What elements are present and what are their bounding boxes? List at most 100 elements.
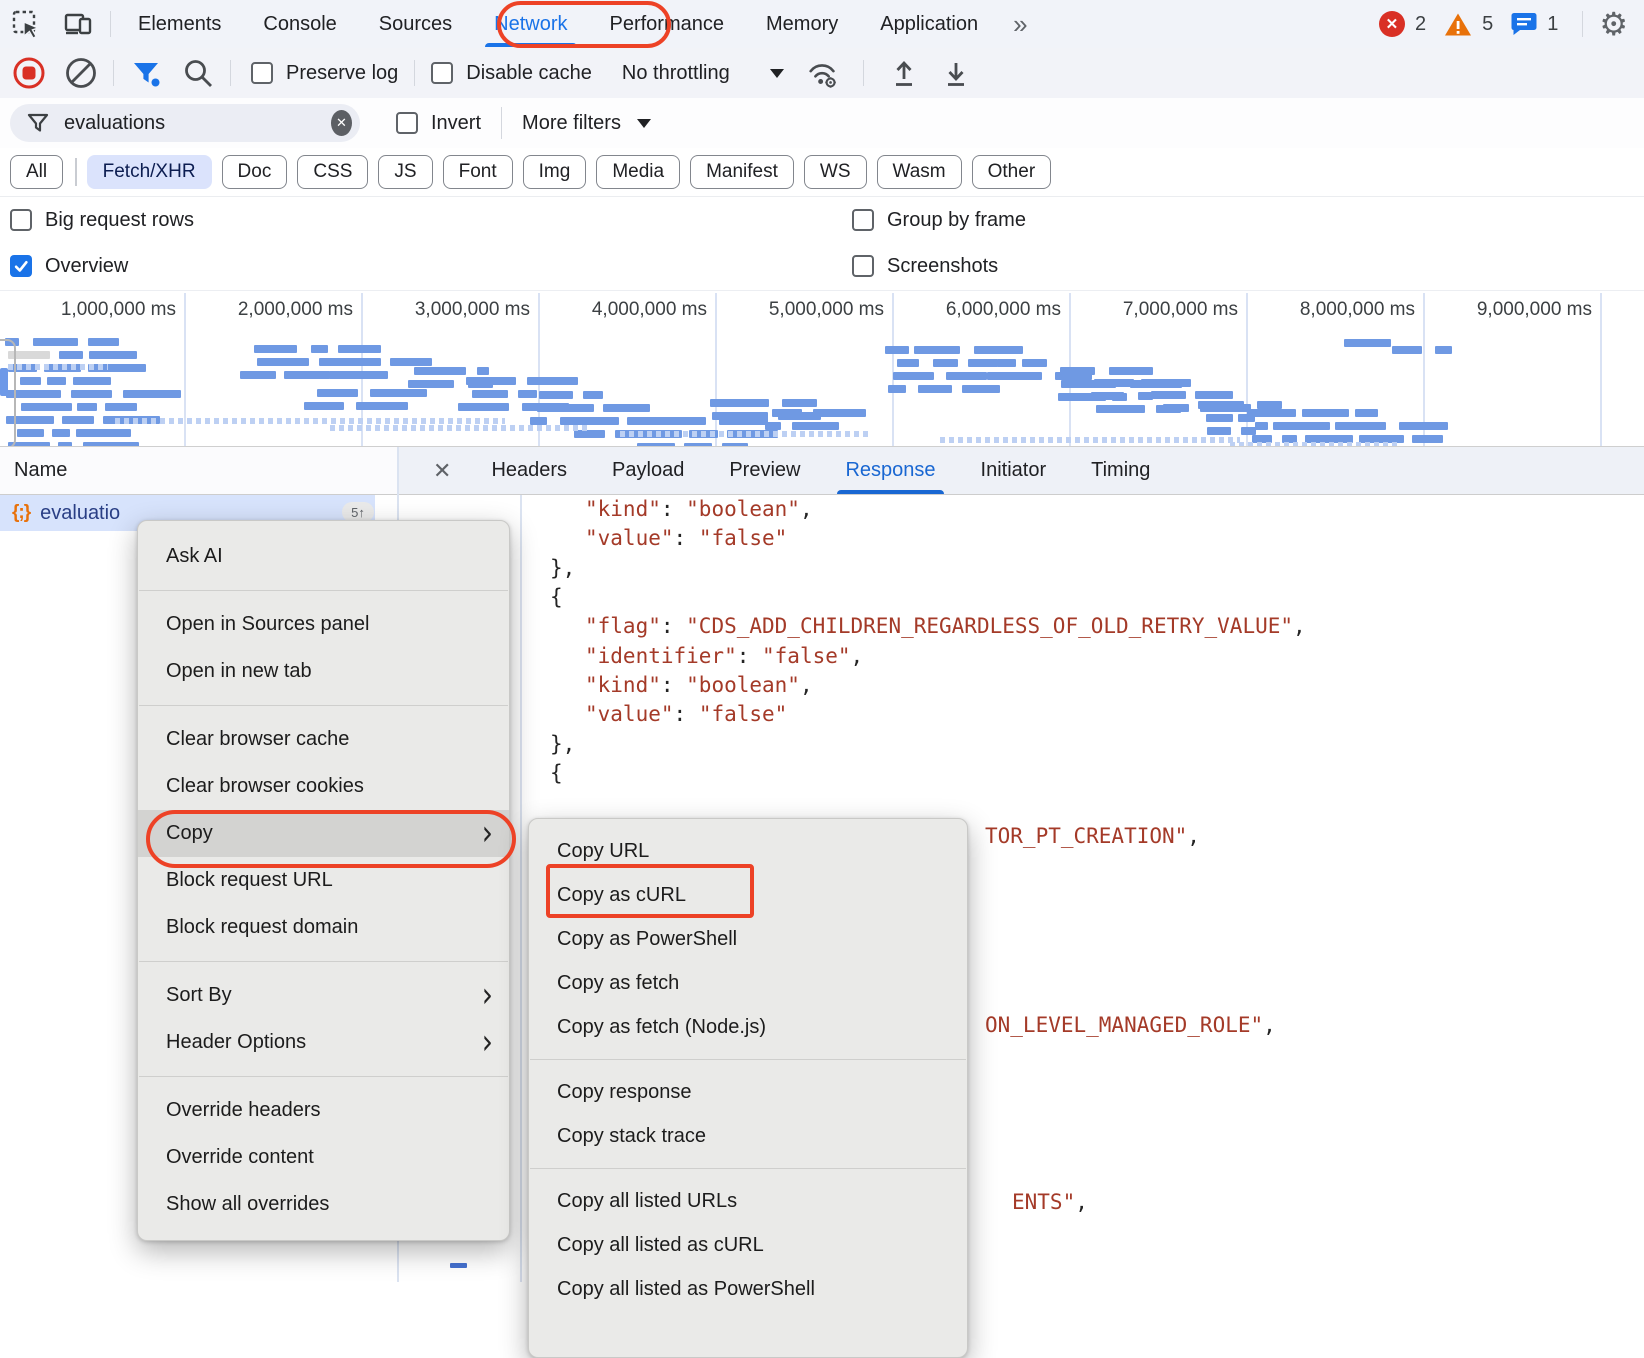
- copy-submenu-item-copy-all-listed-urls[interactable]: Copy all listed URLs: [529, 1179, 967, 1223]
- detail-tab-response[interactable]: Response: [845, 447, 935, 494]
- detail-tab-headers[interactable]: Headers: [491, 447, 567, 494]
- type-chip-other[interactable]: Other: [972, 155, 1052, 189]
- record-network-log-icon[interactable]: [12, 56, 46, 90]
- checkbox-icon[interactable]: [852, 255, 874, 277]
- more-filters-label: More filters: [522, 112, 621, 135]
- throttling-select[interactable]: No throttling: [622, 62, 784, 85]
- type-chip-font[interactable]: Font: [443, 155, 513, 189]
- inspect-element-icon[interactable]: [9, 7, 43, 41]
- copy-submenu-item-copy-response[interactable]: Copy response: [529, 1070, 967, 1114]
- type-chip-css[interactable]: CSS: [297, 155, 368, 189]
- copy-submenu-item-copy-as-fetch-node-js[interactable]: Copy as fetch (Node.js): [529, 1005, 967, 1049]
- type-chip-img[interactable]: Img: [523, 155, 587, 189]
- copy-submenu-item-copy-as-curl[interactable]: Copy as cURL: [529, 873, 967, 917]
- devtools-tab-sources[interactable]: Sources: [358, 0, 473, 48]
- filter-icon[interactable]: [129, 56, 163, 90]
- group-by-frame-checkbox[interactable]: Group by frame: [852, 209, 1026, 232]
- detail-tab-timing[interactable]: Timing: [1091, 447, 1150, 494]
- type-chip-media[interactable]: Media: [596, 155, 680, 189]
- devtools-tab-console[interactable]: Console: [242, 0, 357, 48]
- more-tabs-chevron-icon[interactable]: »: [999, 9, 1041, 40]
- disable-cache-label: Disable cache: [466, 62, 592, 85]
- waterfall-bar: [603, 404, 650, 412]
- error-badge-icon[interactable]: ✕: [1379, 11, 1405, 37]
- response-code-line: },: [550, 556, 575, 580]
- more-filters-dropdown[interactable]: More filters: [522, 112, 651, 135]
- context-menu-item-ask-ai[interactable]: Ask AI: [138, 533, 509, 580]
- detail-tab-preview[interactable]: Preview: [729, 447, 800, 494]
- messages-badge-icon[interactable]: [1511, 12, 1537, 36]
- type-chip-doc[interactable]: Doc: [222, 155, 288, 189]
- context-menu-item-block-request-domain[interactable]: Block request domain: [138, 904, 509, 951]
- checkbox-icon[interactable]: [852, 209, 874, 231]
- waterfall-bar: [1435, 346, 1452, 354]
- context-menu-item-open-in-new-tab[interactable]: Open in new tab: [138, 648, 509, 695]
- checkbox-icon[interactable]: [251, 62, 273, 84]
- error-count[interactable]: 2: [1415, 13, 1426, 36]
- copy-submenu-item-copy-as-fetch[interactable]: Copy as fetch: [529, 961, 967, 1005]
- type-chip-js[interactable]: JS: [378, 155, 432, 189]
- devtools-tab-network[interactable]: Network: [473, 0, 588, 48]
- devtools-tab-memory[interactable]: Memory: [745, 0, 859, 48]
- context-menu-item-override-content[interactable]: Override content: [138, 1134, 509, 1181]
- type-chip-all[interactable]: All: [10, 155, 63, 189]
- type-chip-ws[interactable]: WS: [804, 155, 867, 189]
- copy-submenu-item-copy-url[interactable]: Copy URL: [529, 829, 967, 873]
- preserve-log-checkbox[interactable]: Preserve log: [251, 62, 398, 85]
- waterfall-bar: [620, 431, 870, 437]
- big-request-rows-checkbox[interactable]: Big request rows: [10, 209, 194, 232]
- clear-network-log-icon[interactable]: [64, 56, 98, 90]
- filter-input-pill[interactable]: ✕: [10, 104, 360, 142]
- devtools-tab-elements[interactable]: Elements: [117, 0, 242, 48]
- context-menu-item-override-headers[interactable]: Override headers: [138, 1087, 509, 1134]
- devtools-tab-performance[interactable]: Performance: [589, 0, 746, 48]
- checkbox-icon[interactable]: [10, 209, 32, 231]
- type-chip-manifest[interactable]: Manifest: [690, 155, 794, 189]
- overview-checkbox[interactable]: Overview: [10, 255, 128, 278]
- detail-tab-strip: Headers Payload Preview Response Initiator Ti…: [491, 447, 1195, 494]
- overview-label: Overview: [45, 255, 128, 278]
- context-menu-item-sort-by[interactable]: Sort By›: [138, 972, 509, 1019]
- screenshots-checkbox[interactable]: Screenshots: [852, 255, 998, 278]
- filter-input[interactable]: [62, 111, 331, 136]
- context-menu-item-header-options[interactable]: Header Options›: [138, 1019, 509, 1066]
- waterfall-bar: [1096, 405, 1145, 413]
- type-chip-fetch-xhr[interactable]: Fetch/XHR: [87, 155, 212, 189]
- close-detail-icon[interactable]: ✕: [433, 458, 451, 484]
- copy-submenu-item-copy-all-listed-as-curl[interactable]: Copy all listed as cURL: [529, 1223, 967, 1267]
- checkbox-icon[interactable]: [10, 255, 32, 277]
- clear-filter-icon[interactable]: ✕: [331, 110, 352, 136]
- detail-tab-payload[interactable]: Payload: [612, 447, 684, 494]
- device-toolbar-icon[interactable]: [61, 7, 95, 41]
- context-menu-item-clear-browser-cache[interactable]: Clear browser cache: [138, 716, 509, 763]
- message-count[interactable]: 1: [1547, 13, 1558, 36]
- disable-cache-checkbox[interactable]: Disable cache: [431, 62, 592, 85]
- checkbox-icon[interactable]: [431, 62, 453, 84]
- context-menu-item-copy[interactable]: Copy›: [138, 810, 509, 857]
- network-overview-timeline[interactable]: 1,000,000 ms2,000,000 ms3,000,000 ms4,00…: [0, 290, 1644, 447]
- copy-submenu-item-copy-all-listed-as-powershell[interactable]: Copy all listed as PowerShell: [529, 1267, 967, 1311]
- warning-badge-icon[interactable]: [1444, 12, 1472, 37]
- type-chip-wasm[interactable]: Wasm: [877, 155, 962, 189]
- search-icon[interactable]: [181, 56, 215, 90]
- context-menu-item-block-request-url[interactable]: Block request URL: [138, 857, 509, 904]
- copy-submenu-item-copy-stack-trace[interactable]: Copy stack trace: [529, 1114, 967, 1158]
- checkbox-icon[interactable]: [396, 112, 418, 134]
- settings-gear-icon[interactable]: ⚙: [1599, 8, 1628, 40]
- invert-checkbox[interactable]: Invert: [396, 112, 481, 135]
- import-har-icon[interactable]: [887, 56, 921, 90]
- context-menu-item-clear-browser-cookies[interactable]: Clear browser cookies: [138, 763, 509, 810]
- waterfall-bar: [47, 377, 66, 385]
- network-conditions-icon[interactable]: [806, 56, 840, 90]
- name-column-header[interactable]: Name: [14, 447, 67, 494]
- context-menu-item-open-in-sources-panel[interactable]: Open in Sources panel: [138, 601, 509, 648]
- devtools-tab-application[interactable]: Application: [859, 0, 999, 48]
- toolbar-divider: [863, 60, 864, 86]
- export-har-icon[interactable]: [939, 56, 973, 90]
- response-code-line: "value": "false": [585, 526, 787, 550]
- copy-submenu-item-copy-as-powershell[interactable]: Copy as PowerShell: [529, 917, 967, 961]
- context-menu-item-show-all-overrides[interactable]: Show all overrides: [138, 1181, 509, 1228]
- warning-count[interactable]: 5: [1482, 13, 1493, 36]
- detail-tab-initiator[interactable]: Initiator: [981, 447, 1047, 494]
- menu-item-label: Block request URL: [166, 869, 333, 892]
